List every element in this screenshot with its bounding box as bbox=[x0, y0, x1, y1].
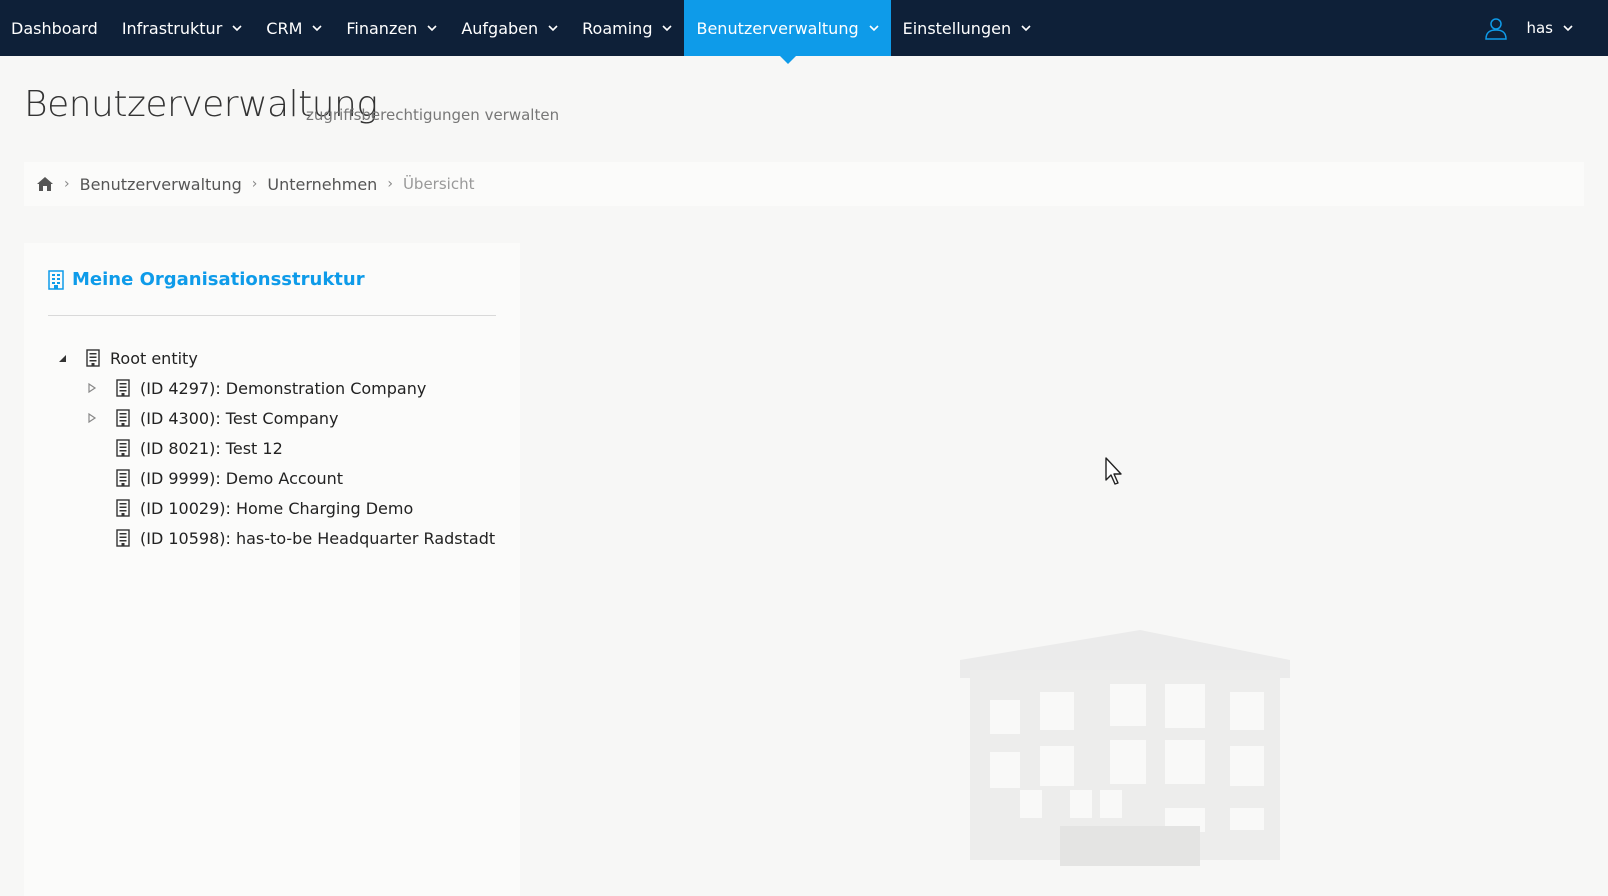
expand-icon[interactable] bbox=[86, 412, 98, 424]
chevron-down-icon bbox=[662, 25, 673, 32]
tree-node-label: (ID 4300): Test Company bbox=[140, 408, 339, 428]
nav-item-label: CRM bbox=[266, 18, 303, 38]
building-icon bbox=[86, 349, 100, 367]
tree-node[interactable]: (ID 4297): Demonstration Company bbox=[56, 373, 516, 403]
chevron-down-icon bbox=[869, 25, 879, 32]
breadcrumb: › Benutzerverwaltung › Unternehmen › Übe… bbox=[24, 162, 1584, 206]
nav-item-roaming[interactable]: Roaming bbox=[570, 0, 684, 56]
tree-node-label: (ID 8021): Test 12 bbox=[140, 438, 283, 458]
panel-header: Meine Organisationsstruktur bbox=[48, 269, 365, 290]
nav-item-label: Finanzen bbox=[346, 18, 418, 38]
panel-title: Meine Organisationsstruktur bbox=[72, 269, 365, 290]
user-icon bbox=[1485, 18, 1508, 40]
building-icon bbox=[116, 529, 130, 547]
chevron-down-icon bbox=[1563, 25, 1573, 32]
collapse-icon[interactable] bbox=[56, 352, 68, 364]
breadcrumb-separator: › bbox=[64, 176, 70, 192]
nav-item-dashboard[interactable]: Dashboard bbox=[0, 0, 110, 56]
nav-item-einstellungen[interactable]: Einstellungen bbox=[891, 0, 1043, 56]
tree-node-root[interactable]: Root entity bbox=[56, 343, 516, 373]
user-name: has bbox=[1526, 19, 1553, 37]
breadcrumb-link-benutzerverwaltung[interactable]: Benutzerverwaltung bbox=[80, 175, 242, 194]
breadcrumb-separator: › bbox=[251, 176, 258, 192]
mouse-cursor-icon bbox=[1105, 457, 1122, 485]
nav-item-label: Roaming bbox=[582, 18, 653, 38]
tree-node-label: (ID 10598): has-to-be Headquarter Radsta… bbox=[140, 528, 496, 548]
tree-node-label: (ID 9999): Demo Account bbox=[140, 468, 344, 488]
building-icon bbox=[116, 439, 130, 457]
chevron-down-icon bbox=[312, 25, 322, 32]
chevron-down-icon bbox=[548, 25, 558, 32]
org-tree: Root entity (ID 4297): Demonstration Com… bbox=[56, 343, 516, 553]
org-structure-panel: Meine Organisationsstruktur Root entity … bbox=[24, 243, 520, 896]
nav-item-crm[interactable]: CRM bbox=[254, 0, 334, 56]
expand-icon[interactable] bbox=[86, 382, 98, 394]
tree-node-label: (ID 10029): Home Charging Demo bbox=[140, 498, 414, 518]
nav-item-finanzen[interactable]: Finanzen bbox=[334, 0, 449, 56]
page-subtitle: zugriffsberechtigungen verwalten bbox=[306, 106, 560, 124]
home-icon[interactable] bbox=[36, 176, 54, 192]
chevron-down-icon bbox=[232, 25, 242, 32]
nav-item-benutzerverwaltung[interactable]: Benutzerverwaltung bbox=[684, 0, 891, 64]
nav-item-label: Benutzerverwaltung bbox=[696, 18, 859, 38]
top-navigation: Dashboard Infrastruktur CRM Finanzen Auf… bbox=[0, 0, 1608, 64]
building-icon bbox=[116, 409, 130, 427]
tree-node[interactable]: (ID 10598): has-to-be Headquarter Radsta… bbox=[56, 523, 516, 553]
nav-item-label: Aufgaben bbox=[461, 18, 539, 38]
breadcrumb-separator: › bbox=[387, 176, 393, 192]
tree-node-label: (ID 4297): Demonstration Company bbox=[140, 378, 427, 398]
divider bbox=[48, 315, 496, 316]
chevron-down-icon bbox=[1021, 25, 1031, 32]
breadcrumb-current: Übersicht bbox=[402, 175, 475, 193]
user-menu[interactable]: has bbox=[1484, 0, 1573, 56]
building-icon bbox=[116, 379, 130, 397]
nav-item-label: Infrastruktur bbox=[121, 18, 223, 38]
tree-node[interactable]: (ID 4300): Test Company bbox=[56, 403, 516, 433]
nav-item-aufgaben[interactable]: Aufgaben bbox=[449, 0, 570, 56]
tree-node[interactable]: (ID 8021): Test 12 bbox=[56, 433, 516, 463]
tree-node-label: Root entity bbox=[110, 348, 198, 368]
breadcrumb-link-unternehmen[interactable]: Unternehmen bbox=[267, 175, 377, 194]
tree-node[interactable]: (ID 10029): Home Charging Demo bbox=[56, 493, 516, 523]
nav-item-label: Einstellungen bbox=[902, 18, 1012, 38]
building-illustration-icon bbox=[960, 630, 1290, 866]
nav-item-label: Dashboard bbox=[11, 18, 98, 38]
building-icon bbox=[48, 269, 64, 290]
building-icon bbox=[116, 499, 130, 517]
building-icon bbox=[116, 469, 130, 487]
chevron-down-icon bbox=[427, 25, 437, 32]
nav-item-infrastruktur[interactable]: Infrastruktur bbox=[110, 0, 254, 56]
tree-node[interactable]: (ID 9999): Demo Account bbox=[56, 463, 516, 493]
